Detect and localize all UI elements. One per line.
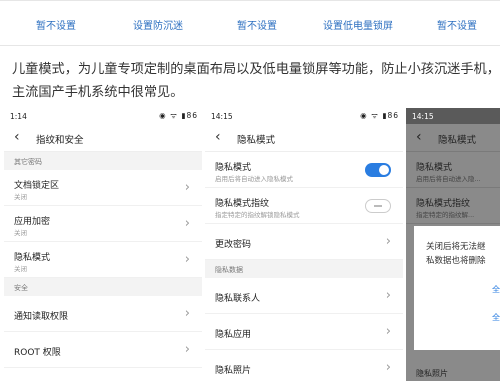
section-header-privacy-data: 隐私数据 [205,260,403,278]
chevron-right-icon: › [184,252,190,267]
back-arrow-icon[interactable]: ‹ [215,129,221,145]
section-header-other-passwords: 其它密码 [4,152,202,170]
list-item-privacy-contacts[interactable]: 隐私联系人 › [205,278,403,314]
privacy-mode-toggle[interactable] [365,163,391,177]
status-icons: ◉ ᯤ ▮86 [360,111,399,120]
item-description: 指定特定的指纹解锁隐私模式 [215,211,300,219]
article-paragraph: 儿童模式，为儿童专项定制的桌面布局以及低电量锁屏等功能，防止小孩沉迷手机，在几大… [12,58,496,104]
item-label: 更改密码 [215,240,252,250]
title-bar: ‹ 指纹和安全 [4,124,202,152]
item-status: 关闭 [14,193,27,201]
item-label: 隐私模式 [14,253,51,263]
list-item-privacy-mode: 隐私模式 启用后将自动进入隐... [406,152,500,188]
chevron-right-icon: › [385,360,391,375]
phone-screenshot-privacy-mode: 14:15 ◉ ᯤ ▮86 ‹ 隐私模式 隐私模式 启用后将自动进入隐私模式 隐… [205,108,403,381]
list-item-privacy-apps[interactable]: 隐私应用 › [205,314,403,350]
list-item-change-password[interactable]: 更改密码 › [205,224,403,260]
list-item-privacy-photos: 隐私照片 [406,365,500,381]
item-label: 文档锁定区 [14,181,60,191]
list-item-privacy-photos[interactable]: 隐私照片 › [205,350,403,381]
list-item-notification-access[interactable]: 通知读取权限 › [4,296,202,332]
status-icons: ◉ ᯤ ▮86 [159,111,198,120]
chevron-right-icon: › [385,288,391,303]
phone-screenshot-privacy-dialog: 14:15 ‹ 隐私模式 隐私模式 启用后将自动进入隐... 隐私模式指纹 指定… [406,108,500,381]
list-item-root-permission[interactable]: ROOT 权限 › [4,332,202,368]
item-label: 隐私模式 [215,163,252,173]
list-item-privacy-fingerprint: 隐私模式指纹 指定特定的指纹解... [406,188,500,224]
back-arrow-icon[interactable]: ‹ [416,129,422,145]
dialog-message-line-2: 私数据也将删除 [426,256,486,266]
item-description: 启用后将自动进入隐私模式 [215,175,293,183]
list-item-document-lock[interactable]: 文档锁定区 关闭 › [4,170,202,206]
chevron-right-icon: › [184,306,190,321]
paragraph-line-1: 儿童模式，为儿童专项定制的桌面布局以及低电量锁屏等功能，防止小孩沉迷手机，在几大 [12,62,496,77]
status-time: 1:14 [10,112,27,121]
status-bar: 14:15 ◉ ᯤ ▮86 [205,108,403,124]
set-low-battery-lock-link[interactable]: 设置低电量锁屏 [323,17,393,32]
chevron-right-icon: › [184,216,190,231]
item-label: 隐私模式指纹 [215,199,270,209]
list-item-privacy-mode[interactable]: 隐私模式 关闭 › [4,242,202,278]
set-anti-addiction-link[interactable]: 设置防沉迷 [133,17,183,32]
item-label: 隐私应用 [215,330,252,340]
chevron-right-icon: › [184,180,190,195]
item-status: 关闭 [14,229,27,237]
list-item-app-encryption[interactable]: 应用加密 关闭 › [4,206,202,242]
list-item-privacy-fingerprint-toggle: 隐私模式指纹 指定特定的指纹解锁隐私模式 [205,188,403,224]
list-item-privacy-mode-toggle: 隐私模式 启用后将自动进入隐私模式 [205,152,403,188]
skip-setting-link-2[interactable]: 暂不设置 [237,17,277,32]
item-label: ROOT 权限 [14,348,61,358]
paragraph-line-2: 主流国产手机系统中很常见。 [12,85,184,100]
dialog-message-line-1: 关闭后将无法继 [426,242,486,252]
page-title: 指纹和安全 [36,135,84,146]
item-label: 隐私照片 [416,369,448,378]
back-arrow-icon[interactable]: ‹ [14,129,20,145]
chevron-right-icon: › [385,234,391,249]
phone-screenshot-fingerprint-security: 1:14 ◉ ᯤ ▮86 ‹ 指纹和安全 其它密码 文档锁定区 关闭 › 应用加… [4,108,202,381]
dialog-button-2[interactable]: 全 [492,312,500,323]
item-label: 隐私模式 [416,163,453,173]
privacy-fingerprint-toggle[interactable] [365,199,391,213]
item-status: 关闭 [14,265,27,273]
section-header-security: 安全 [4,278,202,296]
item-label: 应用加密 [14,217,51,227]
dialog-button-1[interactable]: 全 [492,284,500,295]
item-description: 启用后将自动进入隐... [416,175,481,183]
item-label: 隐私模式指纹 [416,199,471,209]
chevron-right-icon: › [385,324,391,339]
item-label: 隐私照片 [215,366,252,376]
skip-setting-link-3[interactable]: 暂不设置 [437,17,477,32]
status-time: 14:15 [412,112,434,121]
title-bar: ‹ 隐私模式 [406,124,500,152]
page-title: 隐私模式 [237,135,276,146]
confirm-dialog: 关闭后将无法继 私数据也将删除 全 全 [414,226,500,350]
title-bar: ‹ 隐私模式 [205,124,403,152]
item-label: 隐私联系人 [215,294,261,304]
page-title: 隐私模式 [438,135,477,146]
item-label: 通知读取权限 [14,312,69,322]
top-options-row: 暂不设置 设置防沉迷 暂不设置 设置低电量锁屏 暂不设置 [0,0,500,46]
status-bar: 1:14 ◉ ᯤ ▮86 [4,108,202,124]
status-time: 14:15 [211,112,233,121]
chevron-right-icon: › [184,342,190,357]
skip-setting-link-1[interactable]: 暂不设置 [36,17,76,32]
item-description: 指定特定的指纹解... [416,211,475,219]
status-bar: 14:15 [406,108,500,124]
